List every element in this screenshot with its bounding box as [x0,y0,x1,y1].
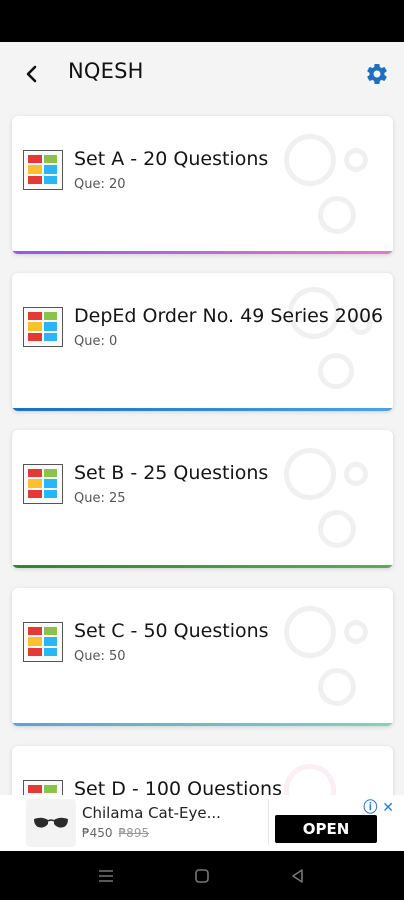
back-button[interactable] [18,60,46,88]
decorative-circle [318,196,356,234]
quiz-set-name: Set B - 25 Questions [74,462,269,484]
book-icon [23,622,63,662]
decorative-circle [284,448,336,500]
quiz-set-name: Set A - 20 Questions [74,148,269,170]
ad-current-price: ₱450 [82,826,113,840]
book-icon [23,780,63,795]
decorative-circle [318,668,356,706]
page-title: NQESH [68,59,144,83]
card-accent-bar [12,251,393,254]
question-count: Que: 20 [74,177,126,192]
toolbar: NQESH [0,42,404,106]
ad-open-button[interactable]: OPEN [275,815,377,843]
ad-choices-icon[interactable]: ⓘ ✕ [363,797,394,817]
card-accent-bar [12,565,393,568]
card-accent-bar [12,723,393,726]
ad-divider [268,799,269,845]
status-bar [0,0,404,42]
decorative-circle [284,134,336,186]
app-screen: NQESH Set A - 20 Questions Que: 20 DepEd… [0,42,404,795]
quiz-set-card-d[interactable]: Set D - 100 Questions [12,746,393,795]
decorative-circle [344,148,368,172]
ad-product-image[interactable] [26,799,76,847]
quiz-set-card-b[interactable]: Set B - 25 Questions Que: 25 [12,430,393,568]
decorative-circle [318,353,354,389]
system-navigation-bar [0,851,404,900]
book-icon [23,307,63,347]
system-back-button[interactable] [288,866,308,886]
ad-price: ₱450 ₱895 [82,826,149,840]
question-count: Que: 25 [74,491,126,506]
quiz-set-card-deped-order[interactable]: DepEd Order No. 49 Series 2006 Que: 0 [12,273,393,411]
book-icon [23,150,63,190]
triangle-back-icon [292,869,303,883]
question-count: Que: 50 [74,649,126,664]
quiz-set-card-a[interactable]: Set A - 20 Questions Que: 20 [12,116,393,254]
quiz-set-name: Set D - 100 Questions [74,778,282,795]
ad-old-price: ₱895 [118,826,150,840]
decorative-circle [318,510,356,548]
home-button[interactable] [192,866,212,886]
decorative-circle [284,764,336,795]
card-accent-bar [12,408,393,411]
quiz-set-card-c[interactable]: Set C - 50 Questions Que: 50 [12,588,393,726]
question-count: Que: 0 [74,334,118,349]
decorative-circle [344,620,368,644]
book-icon [23,464,63,504]
menu-lines-icon [99,870,113,882]
arrow-left-icon [26,65,37,83]
recent-apps-button[interactable] [96,866,116,886]
square-icon [195,869,209,883]
ad-banner[interactable]: Chilama Cat-Eye... ₱450 ₱895 ⓘ ✕ OPEN [0,795,404,851]
quiz-set-name: DepEd Order No. 49 Series 2006 [74,305,384,327]
decorative-circle [284,606,336,658]
ad-title[interactable]: Chilama Cat-Eye... [82,804,221,822]
sunglasses-icon [34,817,68,828]
decorative-circle [344,462,368,486]
quiz-set-name: Set C - 50 Questions [74,620,269,642]
gear-icon [367,64,387,84]
settings-button[interactable] [362,59,392,89]
